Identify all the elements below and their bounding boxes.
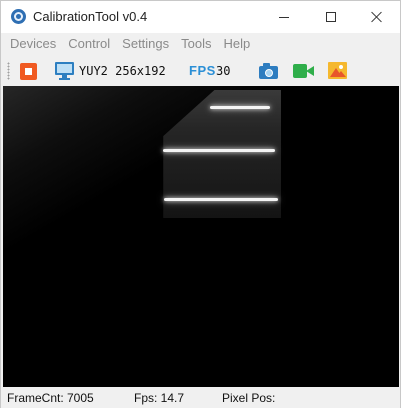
calibration-stripe-middle	[163, 149, 275, 152]
menu-devices[interactable]: Devices	[4, 33, 62, 55]
calibration-stripe-bottom	[164, 198, 278, 201]
minimize-icon	[279, 16, 289, 18]
pixel-position-status: Pixel Pos:	[222, 391, 276, 405]
frame-count-status: FrameCnt: 7005	[7, 391, 94, 405]
toolbar-grip-handle[interactable]	[7, 62, 10, 80]
app-logo-icon	[11, 9, 26, 24]
stop-icon	[25, 68, 32, 75]
menu-control[interactable]: Control	[62, 33, 116, 55]
calibration-stripe-top	[210, 106, 270, 109]
toolbar: YUY2 256x192 FPS 30	[1, 57, 400, 85]
menu-bar: Devices Control Settings Tools Help	[1, 33, 400, 55]
window-title: CalibrationTool v0.4	[33, 9, 148, 24]
status-bar: FrameCnt: 7005 Fps: 14.7 Pixel Pos:	[1, 387, 400, 408]
stop-button[interactable]	[20, 63, 37, 80]
video-format-label: YUY2 256x192	[79, 64, 166, 78]
app-window: CalibrationTool v0.4 Devices Control Set…	[0, 0, 401, 408]
fps-status: Fps: 14.7	[134, 391, 185, 405]
maximize-icon	[326, 12, 336, 22]
snapshot-camera-icon[interactable]	[259, 63, 278, 79]
menu-tools[interactable]: Tools	[175, 33, 217, 55]
title-bar[interactable]: CalibrationTool v0.4	[1, 1, 400, 33]
minimize-button[interactable]	[261, 1, 307, 33]
menu-help[interactable]: Help	[218, 33, 257, 55]
maximize-button[interactable]	[308, 1, 354, 33]
fps-label: FPS	[189, 63, 216, 78]
close-icon	[371, 11, 383, 23]
monitor-icon[interactable]	[55, 62, 74, 80]
image-gallery-icon[interactable]	[328, 62, 347, 80]
video-record-icon[interactable]	[293, 64, 314, 78]
menu-settings[interactable]: Settings	[116, 33, 175, 55]
close-button[interactable]	[354, 1, 400, 33]
video-preview[interactable]	[3, 86, 399, 387]
fps-setting-value: 30	[216, 64, 231, 78]
